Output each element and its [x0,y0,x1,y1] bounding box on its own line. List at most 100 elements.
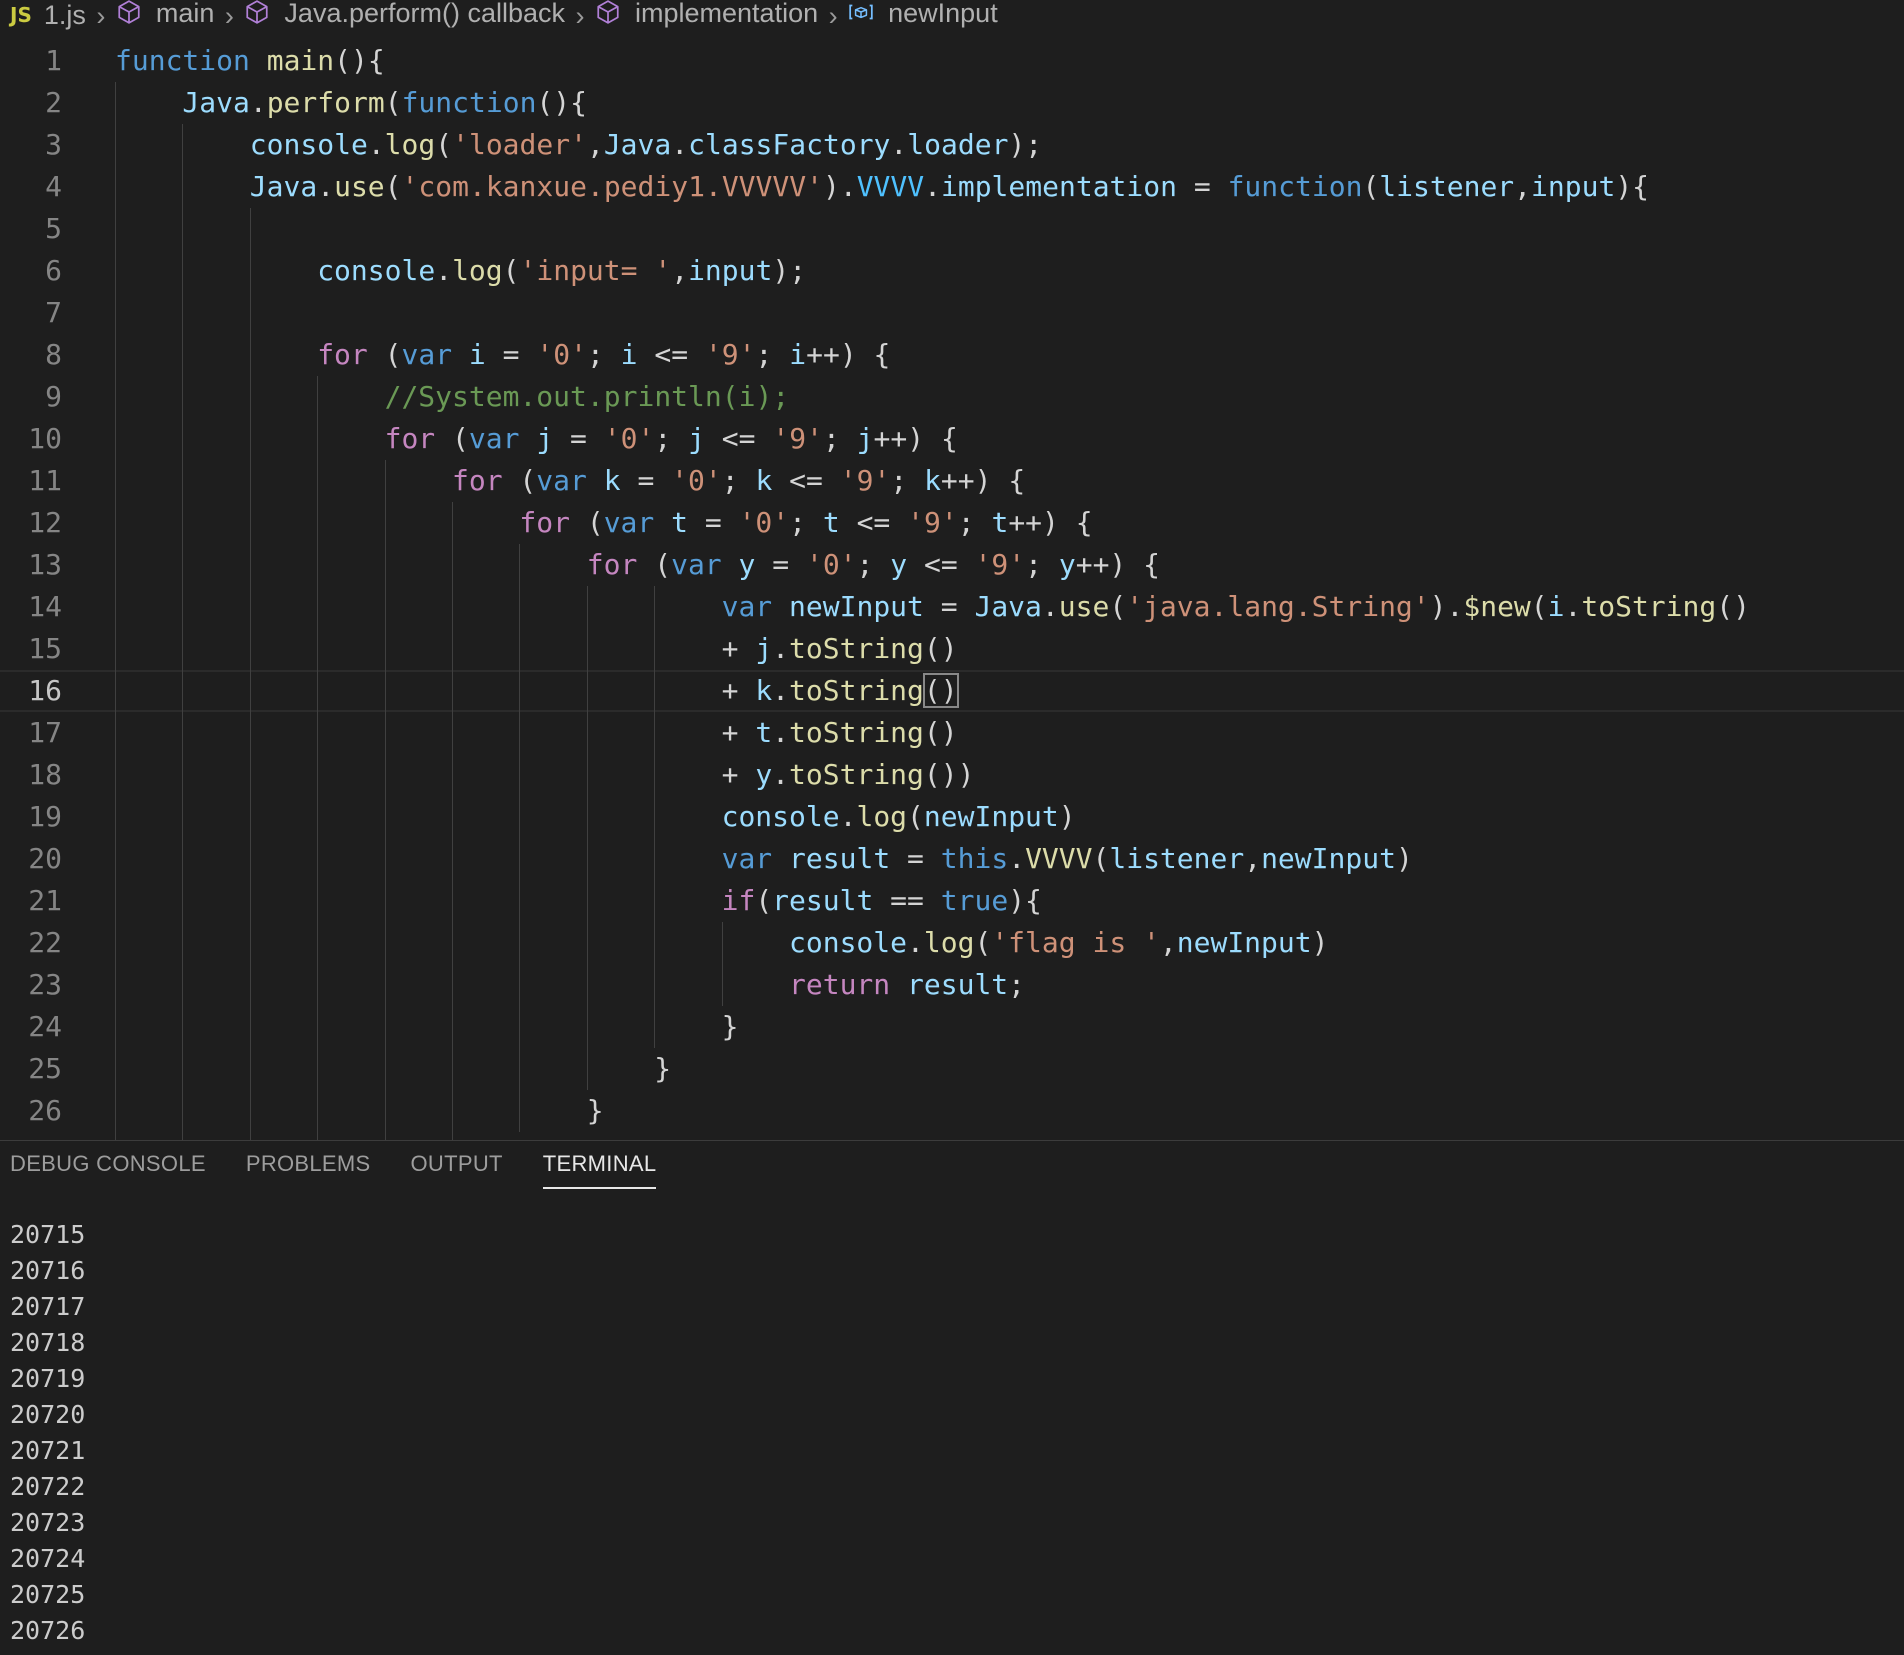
code-text: + y.toString()) [722,754,975,796]
code-line[interactable]: 26} [0,1090,1904,1132]
code-line[interactable]: 1 function main(){ [0,40,1904,82]
terminal-line: 20717 [10,1292,86,1321]
breadcrumb-file[interactable]: 1.js [44,0,86,30]
code-token: ++) { [806,338,891,371]
tab-terminal[interactable]: TERMINAL [542,1151,657,1189]
line-number: 27 [0,1132,62,1140]
breadcrumb-item[interactable]: newInput [848,0,998,29]
code-token: log [384,128,436,161]
code-token: ; [586,338,621,371]
code-token: ). [1429,590,1464,623]
code-line[interactable]: 24} [0,1006,1904,1048]
terminal-line: 20715 [10,1220,86,1249]
code-line[interactable]: 17 + t.toString() [0,712,1904,754]
code-token: j [856,422,874,455]
code-token: t [671,506,688,539]
code-token: t [755,716,773,749]
breadcrumb: JS 1.js › main › Java.perform() callback › im… [0,0,1904,30]
code-line[interactable]: 5 [0,208,1904,250]
code-token: = [890,842,941,875]
code-token: ( [367,338,402,371]
code-line[interactable]: 8 for (var i = '0'; i <= '9'; i++) { [0,334,1904,376]
code-line[interactable]: 22 console.log('flag is ',newInput) [0,922,1904,964]
code-editor[interactable]: 1 function main(){2 Java.perform(function(… [0,40,1904,1140]
code-token: ); [1008,128,1043,161]
code-token: var [603,506,655,539]
code-line[interactable]: 6 console.log('input= ',input); [0,250,1904,292]
code-token: . [1041,590,1059,623]
code-line[interactable]: 14 var newInput = Java.use('java.lang.Str… [0,586,1904,628]
code-token: ( [502,254,520,287]
code-line[interactable]: 23 return result; [0,964,1904,1006]
code-token: i [1547,590,1565,623]
code-line[interactable]: 15 + j.toString() [0,628,1904,670]
line-number: 19 [28,800,62,833]
code-line[interactable]: 21 if(result == true){ [0,880,1904,922]
code-token: ( [569,506,604,539]
code-text: //System.out.println(i); [385,376,790,418]
code-token: () [923,632,958,665]
code-line[interactable]: 16 + k.toString() [0,670,1904,712]
code-token: y [755,758,773,791]
code-line[interactable]: 10 for (var j = '0'; j <= '9'; j++) { [0,418,1904,460]
code-line[interactable]: 12 for (var t = '0'; t <= '9'; t++) { [0,502,1904,544]
code-token: loader [907,128,1009,161]
tab-output[interactable]: OUTPUT [411,1151,503,1189]
code-token: ; [957,506,992,539]
code-line[interactable]: 25} [0,1048,1904,1090]
breadcrumb-item[interactable]: main [116,0,214,29]
code-token: ( [755,884,773,917]
code-line[interactable]: 19 console.log(newInput) [0,796,1904,838]
tab-debug-console[interactable]: DEBUG CONSOLE [10,1151,206,1189]
code-line[interactable]: 3 console.log('loader',Java.classFactory.… [0,124,1904,166]
indent-guide [182,124,184,1140]
code-line[interactable]: 11 for (var k = '0'; k <= '9'; k++) { [0,460,1904,502]
code-token: console [249,128,368,161]
line-number: 2 [45,86,62,119]
code-token: '0' [805,548,857,581]
cube-icon [244,0,272,27]
code-text: + j.toString() [722,628,958,670]
code-token: (){ [536,86,587,119]
code-line[interactable]: 7 [0,292,1904,334]
code-token: () [1716,590,1750,623]
code-token: + [721,758,756,791]
breadcrumb-item[interactable]: Java.perform() callback [244,0,565,29]
terminal-output[interactable]: 20715 20716 20717 20718 20719 20720 20721 20722… [10,1217,85,1649]
code-token: . [772,632,790,665]
code-token: '0' [671,464,722,497]
code-token: result [772,884,874,917]
code-line[interactable]: 27} [0,1132,1904,1140]
tab-problems[interactable]: PROBLEMS [246,1151,371,1189]
code-token: toString [789,758,924,791]
code-token: function [1227,170,1363,203]
code-line[interactable]: 9 //System.out.println(i); [0,376,1904,418]
code-token: = [485,338,537,371]
code-token: + [721,716,756,749]
terminal-line: 20724 [10,1544,86,1573]
code-token: , [586,128,604,161]
code-token: function [401,86,537,119]
code-line[interactable]: 2 Java.perform(function(){ [0,82,1904,124]
code-token: for [317,338,368,371]
line-number: 14 [28,590,62,623]
breadcrumb-item[interactable]: implementation [595,0,818,29]
code-token: k [755,674,773,707]
line-number: 24 [28,1010,62,1043]
code-line[interactable]: 4 Java.use('com.kanxue.pediy1.VVVVV').VVV… [0,166,1904,208]
code-token: t [991,506,1009,539]
terminal-line: 20718 [10,1328,86,1357]
code-token: perform [266,86,385,119]
code-line[interactable]: 13 for (var y = '0'; y <= '9'; y++) { [0,544,1904,586]
code-line[interactable]: 20 var result = this.VVVV(listener,newInp… [0,838,1904,880]
code-token: = [553,422,604,455]
code-token: this [940,842,1009,875]
code-token: Java [182,86,250,119]
code-token: = [620,464,672,497]
code-token: ; [721,464,756,497]
code-token: } [654,1052,672,1085]
code-token: ( [637,548,672,581]
code-line[interactable]: 18 + y.toString()) [0,754,1904,796]
